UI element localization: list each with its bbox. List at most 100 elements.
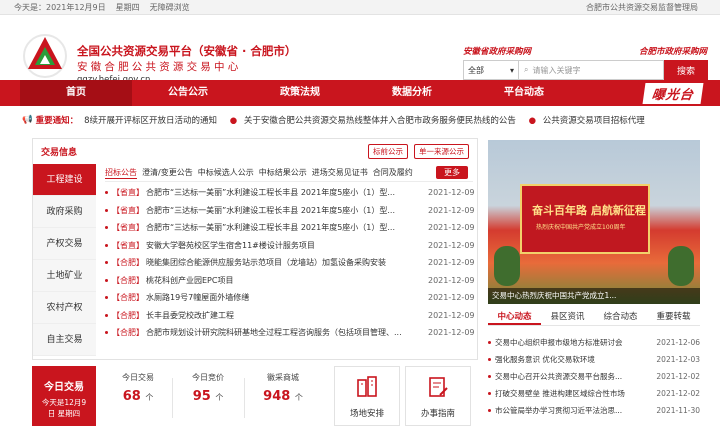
list-item[interactable]: 【省直】 合肥市“三达标一美丽”水利建设工程长丰县 2021年度5座小（1）型..… — [105, 202, 475, 220]
site-title: 全国公共资源交易平台（安徽省 · 合肥市） — [77, 44, 297, 58]
tab-candidate[interactable]: 中标候选人公示 — [198, 167, 254, 178]
category-construction[interactable]: 工程建设 — [33, 164, 96, 196]
notice-bullet: ● — [229, 116, 238, 126]
list-item[interactable]: 打破交易壁垒 推进构建区域综合性市场 2021-12-02 — [488, 385, 700, 402]
site-logo-icon[interactable] — [22, 33, 68, 79]
list-item[interactable]: 【合肥】 晓能集团综合能源供应服务站示范项目（龙墙站）加氢设备采购安装 2021-1… — [105, 254, 475, 272]
news-title[interactable]: 打破交易壁垒 推进构建区域综合性市场 — [495, 388, 648, 399]
stat-today-trading[interactable]: 今日交易 68 个 — [110, 372, 166, 404]
tab-pre-bid-notice[interactable]: 标前公示 — [368, 144, 408, 159]
item-title[interactable]: 安徽大学磬苑校区学生宿舍11#楼设计服务项目 — [146, 240, 428, 251]
list-item[interactable]: 【合肥】 长丰县委党校改扩建工程 2021-12-09 — [105, 307, 475, 325]
item-date: 2021-12-09 — [428, 223, 475, 233]
tree-decoration — [668, 246, 694, 286]
tab-general-news[interactable]: 综合动态 — [594, 310, 647, 325]
list-item[interactable]: 交易中心召开公共资源交易平台服务... 2021-12-02 — [488, 368, 700, 385]
stat-hui-mall[interactable]: 徽采商城 948 个 — [255, 372, 311, 404]
bullet-icon — [488, 358, 491, 361]
news-date: 2021-12-03 — [656, 355, 700, 364]
tab-result[interactable]: 中标结果公示 — [259, 167, 307, 178]
transaction-subtabs: 招标公告 澄清/变更公告 中标候选人公示 中标结果公示 进场交易见证书 合同及履… — [105, 164, 473, 182]
news-date: 2021-12-06 — [656, 338, 700, 347]
category-self-trading[interactable]: 自主交易 — [33, 324, 96, 356]
notice-item[interactable]: 8续开展开评标区开放日活动的通知 — [84, 116, 217, 126]
item-title[interactable]: 桃花科创产业园EPC项目 — [146, 275, 428, 286]
tab-witness[interactable]: 进场交易见证书 — [312, 167, 368, 178]
nav-home[interactable]: 首页 — [20, 80, 132, 106]
supervisor-link[interactable]: 合肥市公共资源交易监督管理局 — [586, 2, 698, 13]
search-button[interactable]: 搜索 — [664, 60, 708, 80]
news-date: 2021-12-02 — [656, 372, 700, 381]
news-title[interactable]: 交易中心组织申报市级地方标准研讨会 — [495, 337, 648, 348]
anhui-procurement-link[interactable]: 安徽省政府采购网 — [463, 45, 531, 57]
stat-value: 68 — [122, 389, 141, 404]
category-property[interactable]: 产权交易 — [33, 228, 96, 260]
tab-county-news[interactable]: 县区资讯 — [541, 310, 594, 325]
list-item[interactable]: 【省直】 合肥市“三达标一美丽”水利建设工程长丰县 2021年度5座小（1）型..… — [105, 219, 475, 237]
today-label: 今天是： — [14, 2, 46, 12]
stat-today-bidding[interactable]: 今日竞价 95 个 — [180, 372, 236, 404]
nav-announcements[interactable]: 公告公示 — [132, 80, 244, 106]
list-item[interactable]: 交易中心组织申报市级地方标准研讨会 2021-12-06 — [488, 334, 700, 351]
transaction-rows: 【省直】 合肥市“三达标一美丽”水利建设工程长丰县 2021年度5座小（1）型..… — [105, 184, 475, 342]
news-title[interactable]: 强化服务意识 优化交易软环境 — [495, 354, 648, 365]
venue-arrangement-button[interactable]: 场地安排 — [334, 366, 400, 426]
nav-policies[interactable]: 政策法规 — [244, 80, 356, 106]
search-bar: 全部 ▾ ⌕ 请输入关键字 搜索 — [463, 60, 708, 80]
list-item[interactable]: 【省直】 合肥市“三达标一美丽”水利建设工程长丰县 2021年度5座小（1）型..… — [105, 184, 475, 202]
search-input[interactable]: ⌕ 请输入关键字 — [519, 60, 664, 80]
stat-label: 徽采商城 — [267, 373, 299, 382]
item-title[interactable]: 合肥市“三达标一美丽”水利建设工程长丰县 2021年度5座小（1）型... — [146, 222, 428, 233]
list-item[interactable]: 【省直】 安徽大学磬苑校区学生宿舍11#楼设计服务项目 2021-12-09 — [105, 237, 475, 255]
category-land-mining[interactable]: 土地矿业 — [33, 260, 96, 292]
tab-single-source[interactable]: 单一来源公示 — [414, 144, 469, 159]
more-button[interactable]: 更多 — [436, 166, 468, 179]
procurement-links: 安徽省政府采购网 合肥市政府采购网 — [463, 45, 707, 57]
category-gov-procurement[interactable]: 政府采购 — [33, 196, 96, 228]
notice-ticker: 8续开展开评标区开放日活动的通知 ● 关于安徽合肥公共资源交易热线整体并入合肥市… — [84, 114, 720, 126]
list-item[interactable]: 【合肥】 合肥市规划设计研究院科研基地全过程工程咨询服务（包括项目管理、... 20… — [105, 324, 475, 342]
notice-item[interactable]: 公共资源交易项目招标代理 — [543, 116, 645, 126]
photo-caption[interactable]: 交易中心热烈庆祝中国共产党成立1... — [488, 288, 700, 304]
tab-center-news[interactable]: 中心动态 — [488, 310, 541, 325]
search-scope-value: 全部 — [468, 65, 484, 75]
hefei-procurement-link[interactable]: 合肥市政府采购网 — [639, 45, 707, 57]
category-rural-property[interactable]: 农村产权 — [33, 292, 96, 324]
list-item[interactable]: 市公管局举办学习贯彻习近平法治思... 2021-11-30 — [488, 402, 700, 419]
item-title[interactable]: 长丰县委党校改扩建工程 — [146, 310, 428, 321]
list-item[interactable]: 强化服务意识 优化交易软环境 2021-12-03 — [488, 351, 700, 368]
list-item[interactable]: 【合肥】 桃花科创产业园EPC项目 2021-12-09 — [105, 272, 475, 290]
bullet-icon — [105, 331, 108, 335]
notice-item[interactable]: 关于安徽合肥公共资源交易热线整体并入合肥市政务服务便民热线的公告 — [244, 116, 516, 126]
transaction-info-panel: 交易信息 标前公示 单一来源公示 工程建设 政府采购 产权交易 土地矿业 农村产… — [32, 138, 478, 360]
bullet-icon — [488, 409, 491, 412]
stat-unit: 个 — [294, 393, 303, 402]
tab-clarification[interactable]: 澄清/变更公告 — [142, 167, 193, 178]
notice-label: 📢 重要通知： — [22, 114, 78, 126]
item-title[interactable]: 合肥市“三达标一美丽”水利建设工程长丰县 2021年度5座小（1）型... — [146, 187, 428, 198]
nav-exposure-board[interactable]: 曝光台 — [642, 82, 704, 104]
news-title[interactable]: 市公管局举办学习贯彻习近平法治思... — [495, 405, 648, 416]
tab-reprints[interactable]: 重要转载 — [647, 310, 700, 325]
news-date: 2021-12-02 — [656, 389, 700, 398]
item-title[interactable]: 合肥市“三达标一美丽”水利建设工程长丰县 2021年度5座小（1）型... — [146, 205, 428, 216]
nav-platform-news[interactable]: 平台动态 — [468, 80, 580, 106]
bullet-icon — [105, 226, 108, 230]
news-title[interactable]: 交易中心召开公共资源交易平台服务... — [495, 371, 648, 382]
item-title[interactable]: 晓能集团综合能源供应服务站示范项目（龙墙站）加氢设备采购安装 — [146, 257, 428, 268]
search-scope-select[interactable]: 全部 ▾ — [463, 60, 519, 80]
nav-data-analysis[interactable]: 数据分析 — [356, 80, 468, 106]
banner-title: 奋斗百年路 启航新征程 — [532, 204, 646, 217]
news-photo-carousel[interactable]: 奋斗百年路 启航新征程 热烈庆祝中国共产党成立100周年 交易中心热烈庆祝中国共… — [488, 140, 700, 304]
item-title[interactable]: 水厕路19号7幢屋面外墙修缮 — [146, 292, 428, 303]
site-subtitle: 安徽合肥公共资源交易中心 — [77, 61, 242, 73]
accessibility-link[interactable]: 无障碍浏览 — [150, 2, 190, 13]
stat-value: 948 — [263, 389, 291, 404]
tab-contract[interactable]: 合同及履约 — [373, 167, 413, 178]
tab-bid-announcement[interactable]: 招标公告 — [105, 167, 137, 179]
list-item[interactable]: 【合肥】 水厕路19号7幢屋面外墙修缮 2021-12-09 — [105, 289, 475, 307]
item-region-tag: 【合肥】 — [112, 328, 144, 338]
building-icon — [357, 376, 377, 397]
item-title[interactable]: 合肥市规划设计研究院科研基地全过程工程咨询服务（包括项目管理、... — [146, 327, 428, 338]
guide-button[interactable]: 办事指南 — [405, 366, 471, 426]
